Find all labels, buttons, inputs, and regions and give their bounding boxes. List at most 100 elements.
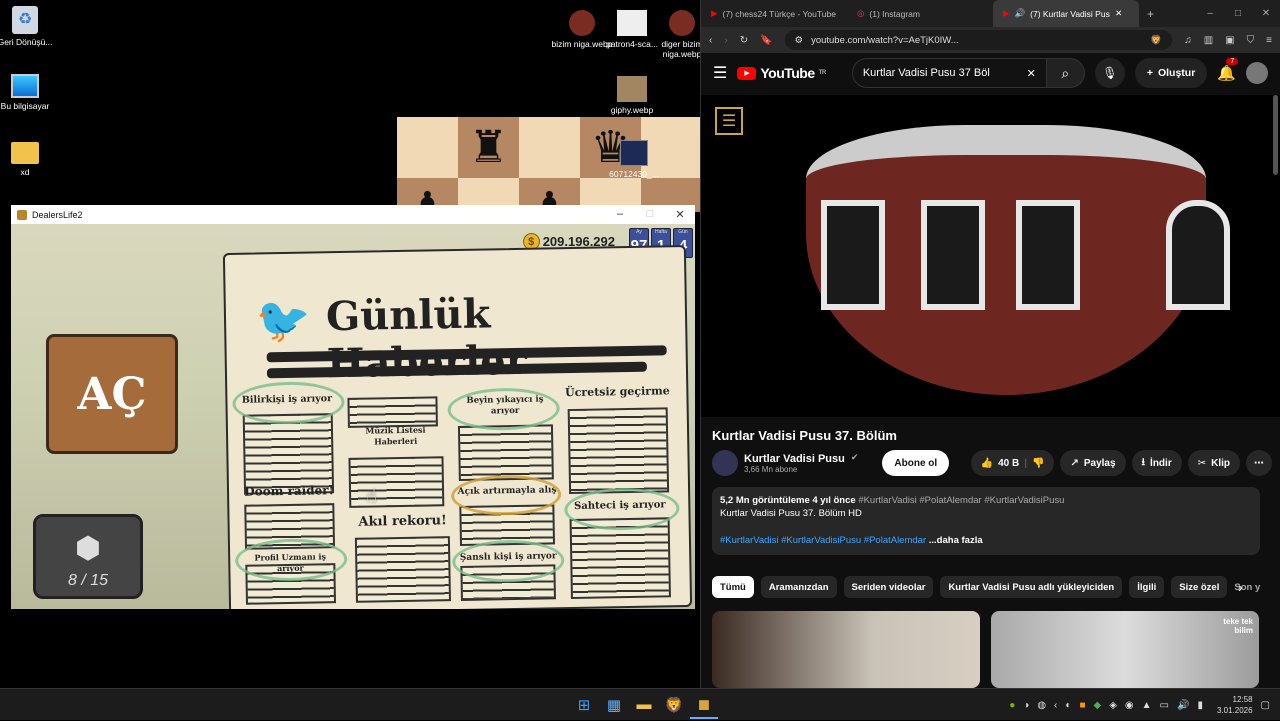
site-info-icon[interactable]: ⚙ bbox=[795, 35, 804, 46]
more-actions-button[interactable]: ⋯ bbox=[1246, 450, 1272, 476]
chip-series[interactable]: Seriden videolar bbox=[843, 576, 934, 598]
youtube-logo[interactable]: ▶ YouTube TR bbox=[737, 65, 826, 81]
ad-lines bbox=[354, 536, 451, 603]
hamburger-icon[interactable]: ☰ bbox=[713, 63, 727, 83]
close-icon[interactable]: ✕ bbox=[1252, 8, 1280, 19]
thumbs-down-icon[interactable]: 👎 bbox=[1032, 458, 1044, 469]
tab-chess24[interactable]: ▶ (7) chess24 Türkçe - YouTube bbox=[701, 0, 847, 27]
desktop-icon-folder-xd[interactable]: xd bbox=[0, 142, 60, 177]
maximize-icon[interactable]: □ bbox=[635, 208, 665, 221]
tray-app-icon[interactable]: ◈ bbox=[1109, 700, 1117, 711]
tab-kurtlar-vadisi[interactable]: ▶🔊(7) Kurtlar Vadisi Pusu 3...✕ bbox=[993, 0, 1139, 27]
news-ad[interactable]: Ücretsiz geçirme bbox=[562, 384, 672, 399]
video-thumbnail[interactable] bbox=[712, 611, 980, 688]
taskbar-app-explorer[interactable]: ▬ bbox=[630, 691, 658, 719]
chip-for-you[interactable]: Size özel bbox=[1171, 576, 1228, 598]
tab-instagram[interactable]: ◎ (1) Instagram bbox=[847, 0, 993, 27]
channel-name[interactable]: Kurtlar Vadisi Pusu bbox=[744, 453, 845, 465]
tray-app-icon[interactable]: ◑ bbox=[1023, 700, 1029, 711]
url-field[interactable]: ⚙ youtube.com/watch?v=AeTjK0IW... 🦁 bbox=[784, 30, 1173, 50]
notifications-button[interactable]: 🔔 7 bbox=[1217, 57, 1239, 83]
tray-app-icon[interactable]: ◉ bbox=[1125, 700, 1134, 711]
minimize-icon[interactable]: – bbox=[605, 208, 635, 221]
search-input[interactable]: Kurtlar Vadisi Pusu 37 Böl ✕ bbox=[851, 58, 1047, 88]
tray-app-icon[interactable]: ◆ bbox=[1093, 700, 1101, 711]
chip-all[interactable]: Tümü bbox=[712, 576, 754, 598]
recycle-bin-icon: ♻ bbox=[12, 6, 38, 34]
news-ad[interactable]: Müzik Listesi Haberleri bbox=[348, 424, 443, 448]
subscribe-button[interactable]: Abone ol bbox=[882, 450, 950, 476]
desktop-icon-this-pc[interactable]: Bu bilgisayar bbox=[0, 74, 60, 111]
nvidia-icon[interactable]: ● bbox=[1009, 700, 1015, 711]
taskbar-app-widgets[interactable]: ▦ bbox=[600, 691, 628, 719]
channel-avatar[interactable] bbox=[712, 450, 738, 476]
start-button[interactable]: ⊞ bbox=[570, 691, 598, 719]
scrollbar[interactable] bbox=[1273, 95, 1278, 175]
inline-tags[interactable]: #KurtlarVadisi #PolatAlemdar #KurtlarVad… bbox=[858, 495, 1064, 506]
new-tab-icon[interactable]: + bbox=[1139, 7, 1162, 21]
clear-search-icon[interactable]: ✕ bbox=[1027, 67, 1036, 80]
battery-icon[interactable]: ▮ bbox=[1197, 700, 1203, 711]
item-counter[interactable]: ⬢ 8 / 15 bbox=[33, 514, 143, 599]
like-button[interactable]: 👍 40 B | 👎 bbox=[970, 450, 1055, 476]
description-box[interactable]: 5,2 Mn görüntüleme 4 yıl önce #KurtlarVa… bbox=[712, 487, 1260, 555]
taskbar-app-game[interactable]: ◼ bbox=[690, 691, 718, 719]
reload-icon[interactable]: ↻ bbox=[740, 35, 748, 46]
steam-icon[interactable]: ◍ bbox=[1037, 700, 1046, 711]
board-square[interactable] bbox=[397, 117, 458, 178]
minimize-icon[interactable]: – bbox=[1196, 8, 1224, 19]
wallet-icon[interactable]: ▣ bbox=[1225, 35, 1234, 46]
description-tags[interactable]: #KurtlarVadisi #KurtlarVadisiPusu #Polat… bbox=[720, 535, 926, 546]
vpn-icon[interactable]: ⛉ bbox=[1247, 35, 1255, 46]
tab-close-icon[interactable]: ✕ bbox=[1115, 8, 1122, 19]
image-file-icon bbox=[669, 10, 695, 36]
chevron-icon[interactable]: ‹ bbox=[1054, 700, 1057, 711]
voice-search-button[interactable]: 🎙 bbox=[1094, 58, 1125, 88]
tray-app-icon[interactable]: ▲ bbox=[1142, 700, 1152, 711]
sidebar-icon[interactable]: ▥ bbox=[1204, 35, 1213, 46]
clip-button[interactable]: ✂ Klip bbox=[1187, 450, 1240, 476]
close-icon[interactable]: ✕ bbox=[665, 208, 695, 221]
news-ad[interactable]: Doom raider! bbox=[239, 483, 339, 499]
bookmark-icon[interactable]: 🔖 bbox=[760, 35, 772, 46]
search-button[interactable]: ⌕ bbox=[1046, 58, 1085, 88]
taskbar-app-brave[interactable]: 🦁 bbox=[660, 691, 688, 719]
chip-uploader[interactable]: Kurtlar Vadisi Pusu adlı yükleyiciden bbox=[940, 576, 1123, 598]
game-window[interactable]: DealersLife2 – □ ✕ AÇ ⬢ 8 / 15 $ 209.196… bbox=[11, 205, 695, 609]
maximize-icon[interactable]: □ bbox=[1224, 8, 1252, 19]
tray-app-icon[interactable]: ■ bbox=[1079, 700, 1085, 711]
download-button[interactable]: ⭳ İndir bbox=[1131, 450, 1182, 476]
show-more-link[interactable]: ...daha fazla bbox=[929, 535, 983, 546]
browser-window[interactable]: ▶ (7) chess24 Türkçe - YouTube ◎ (1) Insta… bbox=[700, 0, 1280, 688]
create-button[interactable]: + Oluştur bbox=[1134, 58, 1208, 88]
video-thumbnail[interactable]: teke tek bilim bbox=[991, 611, 1259, 688]
share-button[interactable]: ↗ Paylaş bbox=[1060, 450, 1126, 476]
game-titlebar[interactable]: DealersLife2 – □ ✕ bbox=[11, 205, 695, 224]
desktop-icon-video-file[interactable]: 60712430_... bbox=[599, 140, 669, 179]
chip-from-search[interactable]: Aramanızdan bbox=[760, 576, 837, 598]
open-sign[interactable]: AÇ bbox=[46, 334, 178, 454]
news-ad[interactable]: Akıl rekoru! bbox=[348, 513, 458, 530]
back-icon[interactable]: ‹ bbox=[709, 35, 712, 46]
menu-icon[interactable]: ≡ bbox=[1266, 35, 1272, 46]
system-tray: ● ◑ ◍ ‹ ◐ ■ ◆ ◈ ◉ ▲ ▭ 🔊 ▮ 12:58 3.01.202… bbox=[1009, 689, 1270, 721]
chip-related[interactable]: İlgili bbox=[1129, 576, 1165, 598]
board-square[interactable]: ♜ bbox=[458, 117, 519, 178]
music-icon[interactable]: ♫ bbox=[1184, 35, 1192, 46]
board-square[interactable] bbox=[519, 117, 580, 178]
notification-center-icon[interactable]: ▢ bbox=[1261, 700, 1270, 711]
magpie-icon: 🐦 bbox=[255, 295, 312, 346]
display-icon[interactable]: ▭ bbox=[1160, 700, 1169, 711]
desktop-icon-giphy[interactable]: giphy.webp bbox=[597, 76, 667, 115]
desktop-icon-recycle-bin[interactable]: ♻ Geri Dönüşü... bbox=[0, 6, 60, 47]
forward-icon[interactable]: › bbox=[724, 35, 727, 46]
desktop-icon-label: 60712430_... bbox=[609, 169, 659, 179]
download-icon: ⭳ bbox=[1141, 456, 1146, 468]
video-player[interactable]: ☰ bbox=[701, 95, 1280, 417]
chips-next-icon[interactable]: › bbox=[1238, 579, 1243, 595]
account-avatar[interactable] bbox=[1246, 62, 1268, 84]
volume-icon[interactable]: 🔊 bbox=[1177, 700, 1189, 711]
tray-app-icon[interactable]: ◐ bbox=[1065, 700, 1071, 711]
brave-shield-icon[interactable]: 🦁 bbox=[1150, 35, 1162, 46]
clock[interactable]: 12:58 3.01.2026 bbox=[1217, 694, 1253, 716]
